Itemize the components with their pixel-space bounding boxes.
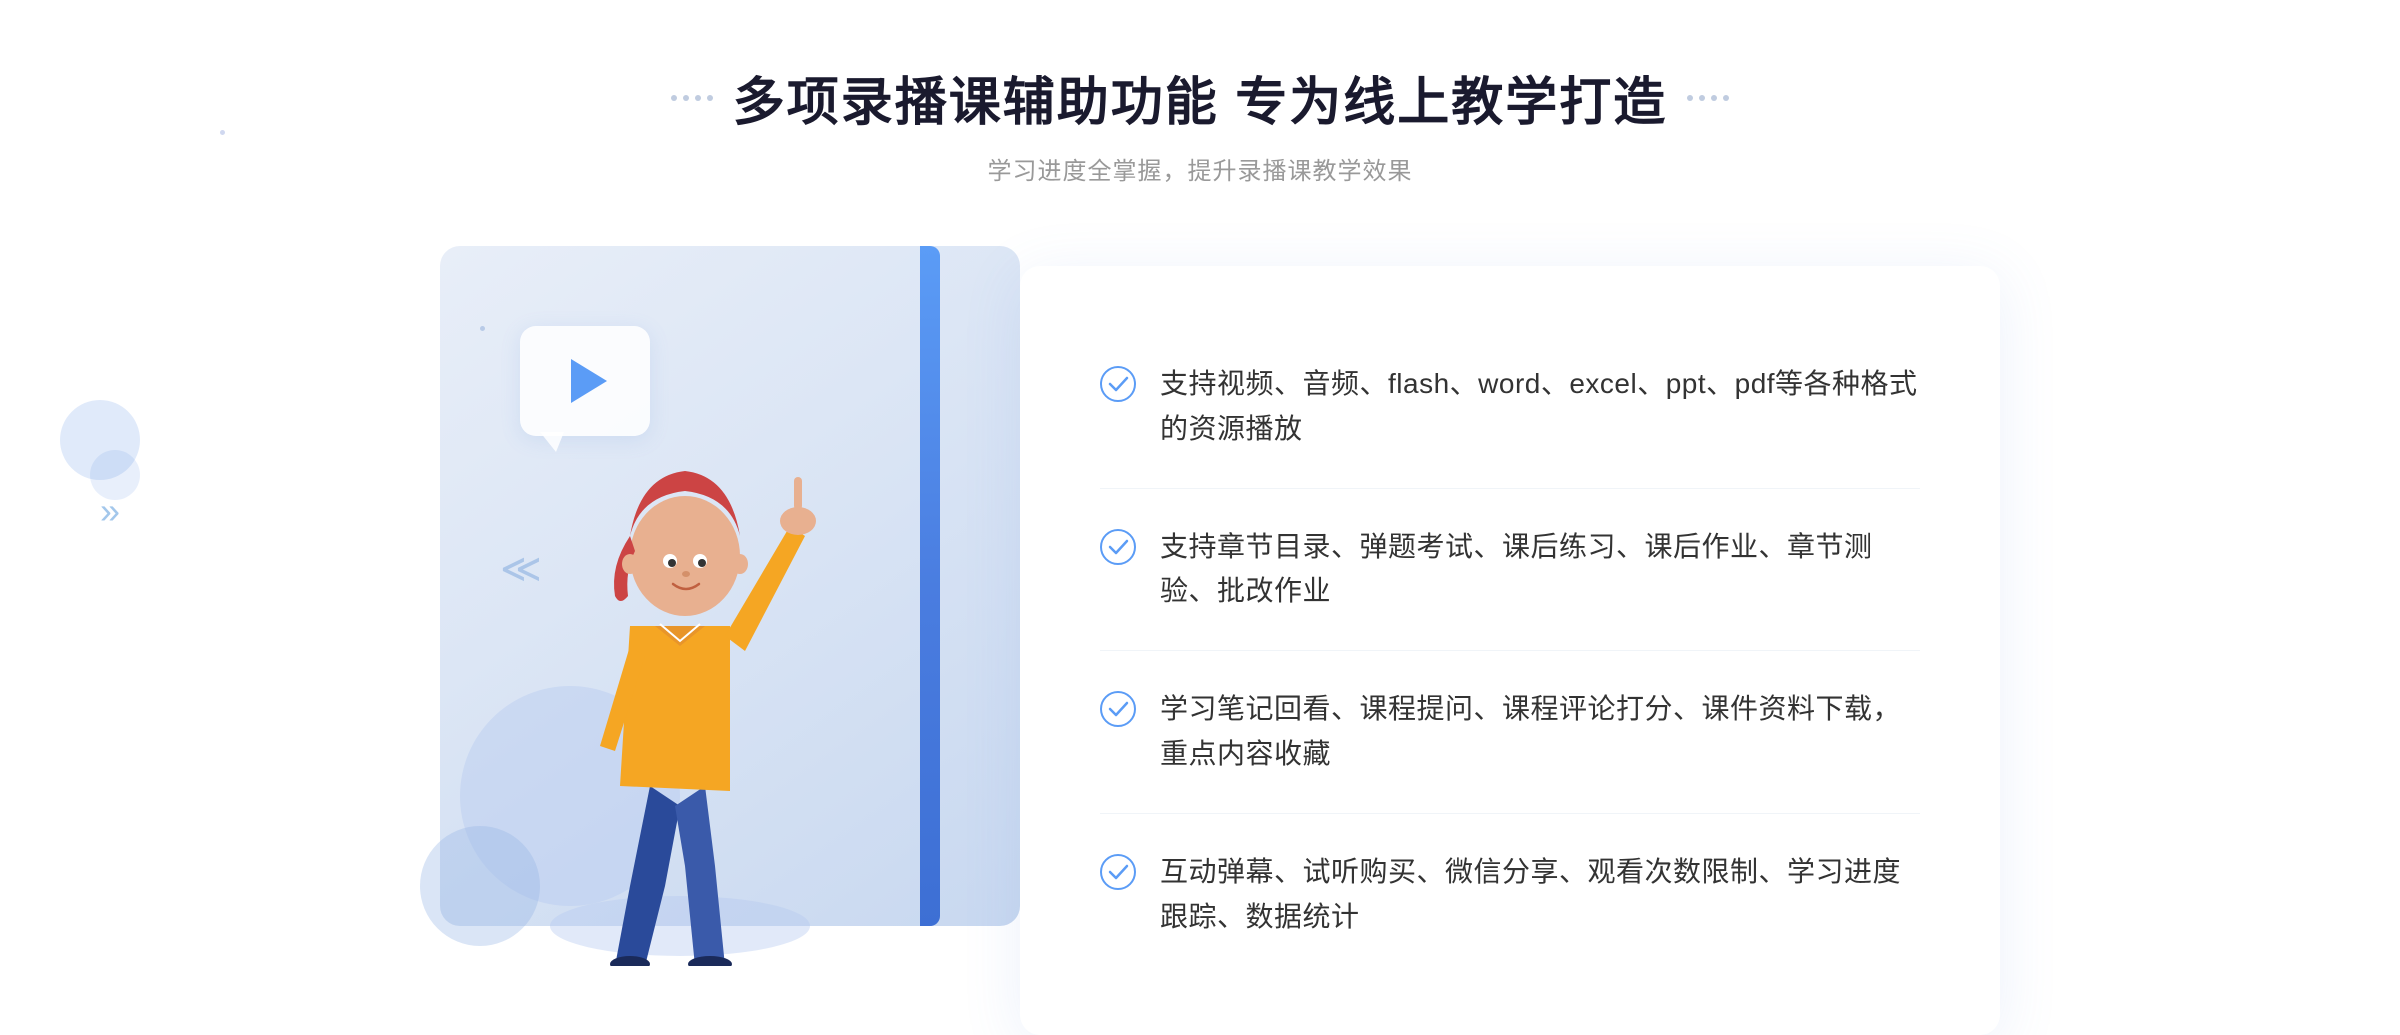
dot-pattern-top-left: for(let i=0;i<80;i++) document.currentSc… — [220, 130, 316, 135]
person-figure — [530, 406, 830, 966]
main-content: for(let i=0;i<100;i++) document.currentS… — [400, 246, 2000, 1035]
title-row: 多项录播课辅助功能 专为线上教学打造 — [671, 60, 1729, 135]
side-circle-2 — [90, 450, 140, 500]
feature-text-1: 支持视频、音频、flash、word、excel、ppt、pdf等各种格式的资源… — [1160, 362, 1920, 452]
feature-list: 支持视频、音频、flash、word、excel、ppt、pdf等各种格式的资源… — [1100, 326, 1920, 975]
check-icon-3 — [1100, 691, 1136, 727]
feature-item-2: 支持章节目录、弹题考试、课后练习、课后作业、章节测验、批改作业 — [1100, 489, 1920, 652]
feature-item-4: 互动弹幕、试听购买、微信分享、观看次数限制、学习进度跟踪、数据统计 — [1100, 814, 1920, 976]
features-card: 支持视频、音频、flash、word、excel、ppt、pdf等各种格式的资源… — [1020, 266, 2000, 1035]
check-icon-2 — [1100, 529, 1136, 565]
deco-circle-medium — [420, 826, 540, 946]
check-icon-1 — [1100, 366, 1136, 402]
title-dots-left — [671, 95, 713, 101]
header-section: 多项录播课辅助功能 专为线上教学打造 学习进度全掌握，提升录播课教学效果 — [671, 60, 1729, 186]
title-dots-right — [1687, 95, 1729, 101]
play-icon — [571, 359, 607, 403]
feature-text-3: 学习笔记回看、课程提问、课程评论打分、课件资料下载，重点内容收藏 — [1160, 687, 1920, 777]
check-icon-4 — [1100, 854, 1136, 890]
feature-text-2: 支持章节目录、弹题考试、课后练习、课后作业、章节测验、批改作业 — [1160, 525, 1920, 615]
feature-item-3: 学习笔记回看、课程提问、课程评论打分、课件资料下载，重点内容收藏 — [1100, 651, 1920, 814]
subtitle: 学习进度全掌握，提升录播课教学效果 — [671, 151, 1729, 186]
illustration-area: for(let i=0;i<100;i++) document.currentS… — [400, 246, 1040, 966]
feature-text-4: 互动弹幕、试听购买、微信分享、观看次数限制、学习进度跟踪、数据统计 — [1160, 850, 1920, 940]
blue-accent-bar — [920, 246, 940, 926]
page-wrapper: for(let i=0;i<80;i++) document.currentSc… — [0, 0, 2400, 974]
feature-item-1: 支持视频、音频、flash、word、excel、ppt、pdf等各种格式的资源… — [1100, 326, 1920, 489]
main-title: 多项录播课辅助功能 专为线上教学打造 — [733, 60, 1667, 135]
